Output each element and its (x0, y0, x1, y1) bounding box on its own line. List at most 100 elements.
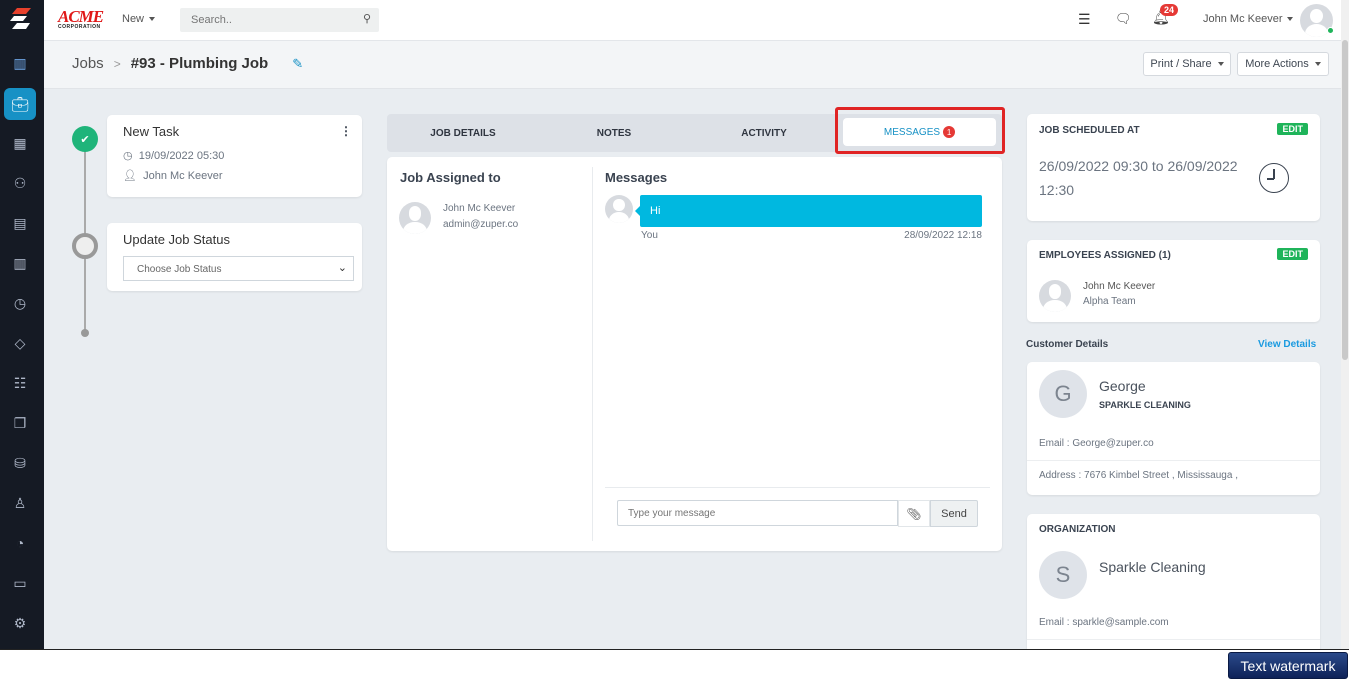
search-icon[interactable]: ⚲ (363, 12, 371, 25)
bar-chart-icon: ▥ (13, 54, 27, 71)
app-logo-icon[interactable] (9, 7, 33, 36)
tab-label: JOB DETAILS (430, 127, 496, 139)
divider (1027, 460, 1320, 461)
sidebar-item-settings[interactable]: ⚙ (4, 607, 36, 639)
caret-down-icon (1314, 62, 1321, 66)
clock-icon: ◷ (13, 294, 27, 311)
composer-divider (605, 487, 990, 488)
schedule-text: 26/09/2022 09:30 to 26/09/2022 12:30 (1039, 158, 1238, 198)
task-assignee: 👤︎ John Mc Keever (123, 169, 223, 182)
employee-avatar (1039, 280, 1071, 312)
invoice-icon: ▤ (13, 214, 27, 231)
top-bar: ACME CORPORATION New ⚲ ☰ 🗨︎ 🔔︎ 24 John M… (44, 0, 1341, 41)
assignee-avatar (399, 202, 431, 234)
sidebar-item-assets[interactable]: ⛁ (4, 447, 36, 479)
page-title: #93 - Plumbing Job (130, 55, 269, 72)
sidebar-item-timesheet[interactable]: ◷ (4, 287, 36, 319)
divider (1027, 639, 1320, 640)
sidebar-item-documents[interactable]: ❐ (4, 407, 36, 439)
tab-label: NOTES (596, 127, 632, 139)
user-menu[interactable]: John Mc Keever (1203, 13, 1294, 25)
tab-activity[interactable]: ACTIVITY (689, 114, 839, 152)
briefcase-icon: 💼︎ (11, 95, 29, 112)
assigned-title: Job Assigned to (400, 170, 501, 185)
clock-icon: ◷ (123, 150, 133, 162)
schedule-title: JOB SCHEDULED AT (1039, 125, 1140, 136)
scrollbar[interactable] (1341, 0, 1349, 650)
sender-avatar (605, 195, 633, 223)
company-logo[interactable]: ACME CORPORATION (58, 8, 112, 30)
breadcrumb-jobs[interactable]: Jobs (72, 55, 104, 72)
customer-card: G George SPARKLE CLEANING Email : George… (1027, 362, 1320, 495)
users-icon: ⚇ (13, 174, 27, 191)
notification-badge: 24 (1160, 4, 1179, 16)
organization-name: Sparkle Cleaning (1099, 559, 1206, 575)
task-datetime: ◷ 19/09/2022 05:30 (123, 149, 224, 162)
task-datetime-text: 19/09/2022 05:30 (138, 150, 225, 162)
sidebar-item-invoices[interactable]: ▤ (4, 207, 36, 239)
sidebar-item-customers[interactable]: ⚇ (4, 167, 36, 199)
tab-notes[interactable]: NOTES (539, 114, 689, 152)
sidebar-item-checklist[interactable]: ☷ (4, 367, 36, 399)
search-input[interactable] (180, 8, 350, 32)
sidebar-item-map[interactable]: ▥ (4, 247, 36, 279)
job-status-select[interactable]: Choose Job Status ⌄ (123, 256, 354, 281)
message-input[interactable] (617, 500, 898, 526)
customer-name[interactable]: George (1099, 378, 1146, 394)
more-actions-button[interactable]: More Actions (1237, 52, 1329, 76)
employees-title: EMPLOYEES ASSIGNED (1) (1039, 250, 1171, 261)
search-box[interactable]: ⚲ (180, 8, 379, 32)
sidebar-item-reports[interactable]: ◔ (4, 527, 36, 559)
edit-icon[interactable]: ✎ (292, 56, 303, 72)
online-status-dot (1327, 27, 1334, 34)
gear-icon: ⚙ (13, 614, 27, 631)
panel-divider (592, 167, 593, 541)
employee-name: John Mc Keever (1083, 281, 1156, 292)
messages-title: Messages (605, 170, 668, 185)
more-vertical-icon[interactable]: ⋮ (340, 124, 352, 138)
watermark-button[interactable]: Text watermark (1228, 652, 1348, 679)
customer-company: SPARKLE CLEANING (1099, 400, 1191, 410)
new-dropdown[interactable]: New (122, 13, 156, 25)
breadcrumb-separator: > (113, 56, 121, 71)
check-icon: ✔ (72, 126, 98, 152)
tab-label: ACTIVITY (741, 127, 787, 139)
message-sender: You (641, 230, 658, 241)
message-time: 28/09/2022 12:18 (904, 230, 982, 241)
highlight-box (835, 107, 1005, 154)
organization-initial: S (1039, 551, 1087, 599)
logo-subtext: CORPORATION (58, 24, 101, 30)
boxes-icon: ⛁ (14, 454, 26, 471)
caret-down-icon (149, 17, 156, 21)
monitor-icon: ▭ (13, 574, 27, 591)
paperclip-icon[interactable]: 📎︎ (898, 500, 930, 527)
sidebar-item-schedule[interactable]: ▦ (4, 127, 36, 159)
sidebar-item-users[interactable]: ♙ (4, 487, 36, 519)
employees-edit-button[interactable]: EDIT (1277, 248, 1308, 260)
tab-job-details[interactable]: JOB DETAILS (387, 114, 539, 152)
send-button[interactable]: Send (930, 500, 978, 527)
assignee-name: John Mc Keever (443, 203, 516, 214)
employee-team: Alpha Team (1083, 296, 1136, 307)
timeline-end-dot (81, 329, 89, 337)
customer-initial: G (1039, 370, 1087, 418)
sidebar-item-jobs[interactable]: 💼︎ (4, 88, 36, 120)
customer-address: Address : 7676 Kimbel Street , Mississau… (1039, 470, 1238, 481)
schedule-edit-button[interactable]: EDIT (1277, 123, 1308, 135)
calendar-icon: ▦ (13, 134, 27, 151)
sidebar-item-tags[interactable]: ◇ (4, 327, 36, 359)
map-icon: ▥ (13, 254, 27, 271)
view-details-link[interactable]: View Details (1258, 339, 1316, 350)
print-share-button[interactable]: Print / Share (1143, 52, 1231, 76)
messages-panel: Job Assigned to John Mc Keever admin@zup… (387, 157, 1002, 551)
scrollbar-thumb[interactable] (1342, 40, 1348, 360)
list-icon[interactable]: ☰ (1078, 11, 1091, 28)
chat-icon[interactable]: 🗨︎ (1115, 11, 1132, 27)
tag-icon: ◇ (14, 334, 26, 351)
user-icon: 👤︎ (123, 170, 137, 182)
task-title: New Task (123, 124, 180, 139)
task-assignee-text: John Mc Keever (143, 170, 223, 182)
pending-step-icon (72, 233, 98, 259)
sidebar-item-dashboard[interactable]: ▥ (4, 47, 36, 79)
sidebar-item-display[interactable]: ▭ (4, 567, 36, 599)
